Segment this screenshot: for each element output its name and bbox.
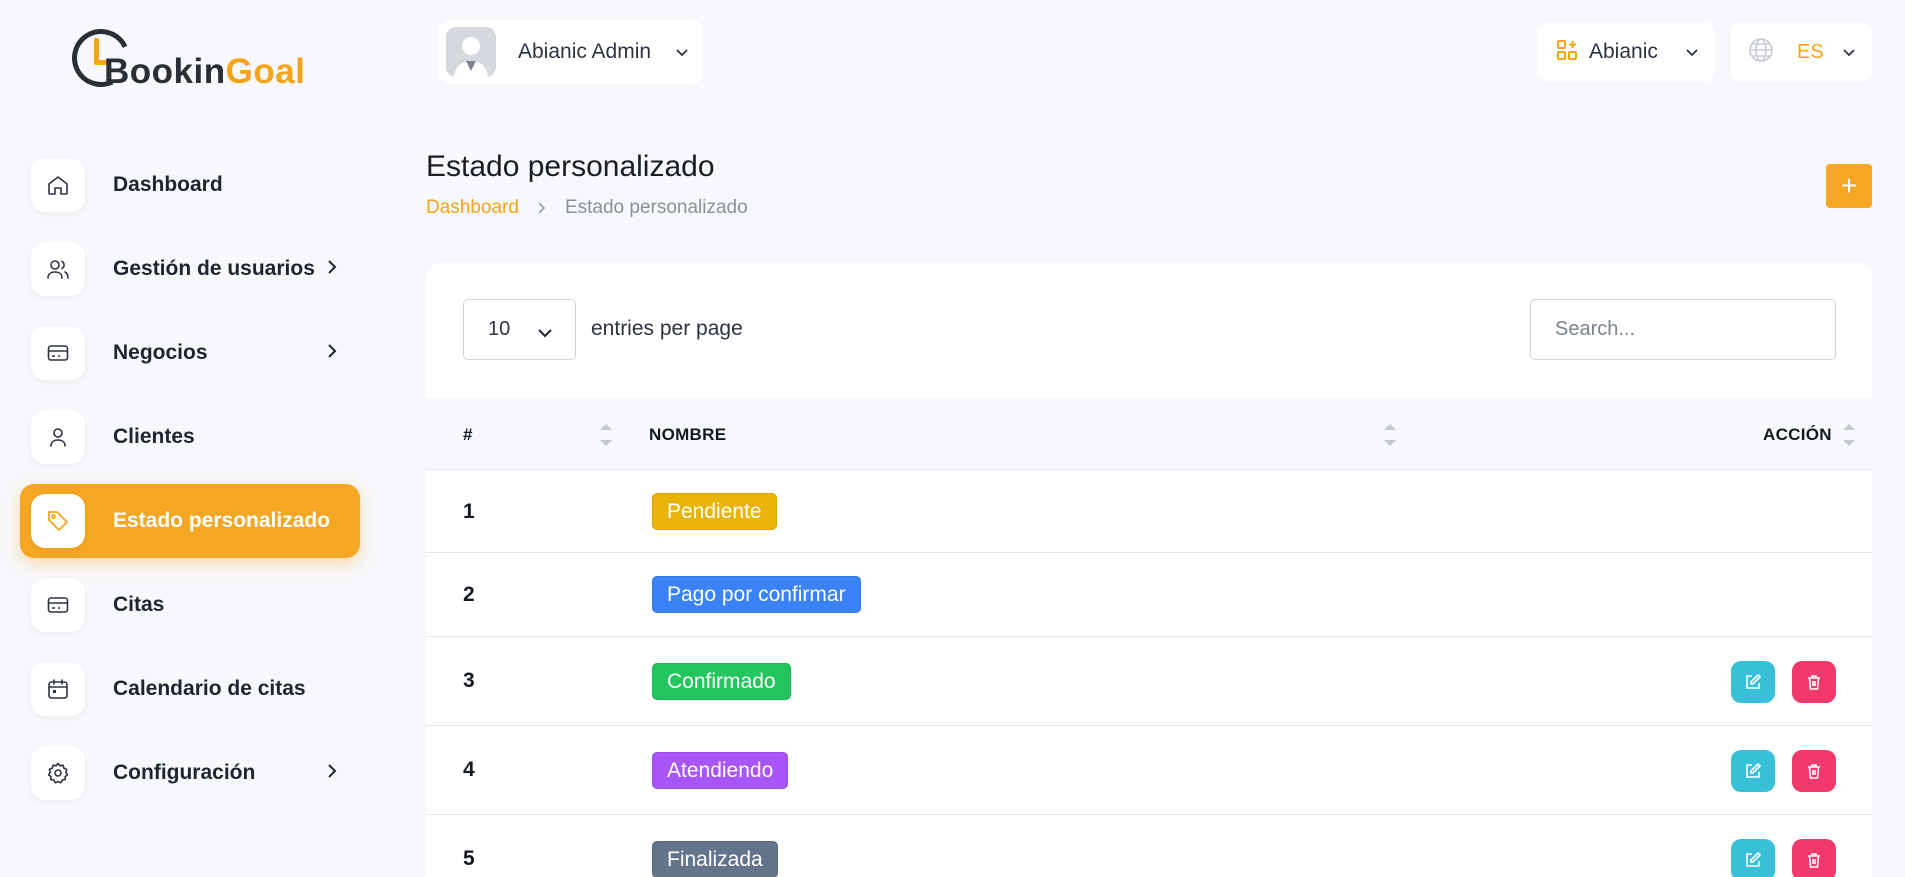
chevron-right-icon bbox=[326, 343, 338, 364]
entries-per-page-select[interactable]: 10 bbox=[463, 299, 576, 360]
status-badge: Pendiente bbox=[652, 493, 777, 530]
user-menu[interactable]: Abianic Admin bbox=[438, 20, 703, 84]
chevron-right-icon bbox=[537, 201, 547, 215]
sidebar-item-gestion-usuarios[interactable]: Gestión de usuarios bbox=[20, 232, 360, 306]
column-header-number[interactable]: # bbox=[463, 425, 473, 445]
row-number: 2 bbox=[463, 583, 475, 606]
home-icon bbox=[31, 158, 85, 212]
column-header-name[interactable]: NOMBRE bbox=[649, 425, 726, 445]
status-badge: Atendiendo bbox=[652, 752, 789, 789]
sidebar-item-label: Calendario de citas bbox=[113, 677, 306, 700]
user-icon bbox=[31, 410, 85, 464]
delete-button[interactable] bbox=[1792, 661, 1836, 703]
status-table-card: 10 entries per page # NOMBRE ACCIÓN 1 Pe… bbox=[426, 262, 1872, 877]
sort-icon[interactable] bbox=[1843, 424, 1855, 446]
delete-button[interactable] bbox=[1792, 750, 1836, 792]
sidebar-item-label: Negocios bbox=[113, 341, 208, 364]
column-header-action[interactable]: ACCIÓN bbox=[1763, 425, 1832, 445]
sidebar-item-calendario[interactable]: Calendario de citas bbox=[20, 652, 360, 726]
search-input[interactable] bbox=[1530, 299, 1836, 360]
sort-icon[interactable] bbox=[1384, 424, 1396, 446]
sidebar-item-configuracion[interactable]: Configuración bbox=[20, 736, 360, 810]
breadcrumb-current: Estado personalizado bbox=[564, 197, 748, 218]
edit-button[interactable] bbox=[1731, 661, 1775, 703]
business-selector[interactable]: Abianic bbox=[1537, 22, 1715, 82]
table-row: 1 Pendiente bbox=[426, 470, 1872, 553]
calendar-icon bbox=[31, 662, 85, 716]
table-row: 4 Atendiendo bbox=[426, 726, 1872, 815]
status-badge: Confirmado bbox=[652, 663, 791, 700]
row-number: 3 bbox=[463, 669, 475, 692]
table-row: 3 Confirmado bbox=[426, 637, 1872, 726]
sort-icon[interactable] bbox=[600, 424, 612, 446]
sidebar: Dashboard Gestión de usuarios Negocios C… bbox=[20, 148, 360, 820]
breadcrumb: Dashboard Estado personalizado bbox=[426, 197, 748, 219]
language-code: ES bbox=[1797, 40, 1824, 63]
sidebar-item-label: Dashboard bbox=[113, 173, 223, 196]
row-number: 1 bbox=[463, 500, 475, 523]
trash-icon bbox=[1808, 764, 1820, 779]
edit-icon bbox=[1746, 673, 1762, 689]
table-row: 5 Finalizada bbox=[426, 815, 1872, 877]
per-page-value: 10 bbox=[488, 318, 511, 340]
chevron-down-icon bbox=[1685, 45, 1699, 63]
chevron-down-icon bbox=[1842, 45, 1856, 63]
card-icon bbox=[31, 578, 85, 632]
sidebar-item-label: Configuración bbox=[113, 761, 256, 784]
users-icon bbox=[31, 242, 85, 296]
status-badge: Pago por confirmar bbox=[652, 576, 861, 613]
table-row: 2 Pago por confirmar bbox=[426, 553, 1872, 637]
brand-logo[interactable]: BookinGoal bbox=[63, 20, 312, 96]
trash-icon bbox=[1808, 675, 1820, 690]
globe-icon bbox=[1747, 36, 1775, 69]
row-number: 5 bbox=[463, 847, 475, 870]
sidebar-item-label: Gestión de usuarios bbox=[113, 257, 315, 280]
breadcrumb-dashboard-link[interactable]: Dashboard bbox=[426, 197, 519, 219]
sidebar-item-negocios[interactable]: Negocios bbox=[20, 316, 360, 390]
delete-button[interactable] bbox=[1792, 839, 1836, 877]
chevron-down-icon bbox=[537, 322, 553, 345]
status-badge: Finalizada bbox=[652, 841, 778, 877]
business-name: Abianic bbox=[1589, 40, 1658, 63]
sidebar-item-label: Clientes bbox=[113, 425, 195, 448]
avatar bbox=[446, 27, 496, 77]
add-button[interactable]: + bbox=[1826, 164, 1872, 208]
brand-name: BookinGoal bbox=[104, 52, 306, 91]
chevron-down-icon bbox=[675, 45, 689, 63]
apps-add-icon bbox=[1555, 38, 1579, 67]
sidebar-item-citas[interactable]: Citas bbox=[20, 568, 360, 642]
user-name: Abianic Admin bbox=[518, 40, 652, 63]
table-header: # NOMBRE ACCIÓN bbox=[426, 398, 1872, 470]
edit-icon bbox=[1746, 762, 1762, 778]
card-icon bbox=[31, 326, 85, 380]
trash-icon bbox=[1808, 853, 1820, 868]
edit-button[interactable] bbox=[1731, 839, 1775, 877]
row-number: 4 bbox=[463, 758, 475, 781]
gear-icon bbox=[31, 746, 85, 800]
sidebar-item-label: Estado personalizado bbox=[113, 509, 331, 532]
chevron-right-icon bbox=[326, 259, 338, 280]
sidebar-item-estado-personalizado[interactable]: Estado personalizado bbox=[20, 484, 360, 558]
language-selector[interactable]: ES bbox=[1731, 22, 1872, 82]
sidebar-item-label: Citas bbox=[113, 593, 165, 616]
chevron-right-icon bbox=[326, 763, 338, 784]
edit-button[interactable] bbox=[1731, 750, 1775, 792]
edit-icon bbox=[1746, 851, 1762, 867]
sidebar-item-dashboard[interactable]: Dashboard bbox=[20, 148, 360, 222]
tag-icon bbox=[31, 494, 85, 548]
sidebar-item-clientes[interactable]: Clientes bbox=[20, 400, 360, 474]
page-title: Estado personalizado bbox=[426, 150, 715, 183]
per-page-label: entries per page bbox=[591, 317, 743, 340]
